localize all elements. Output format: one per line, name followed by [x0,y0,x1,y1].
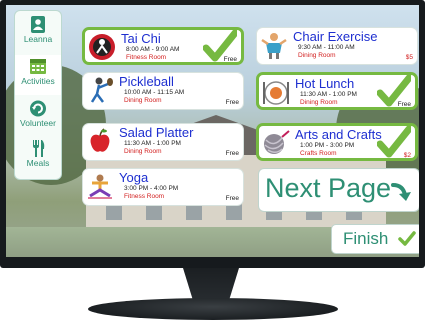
activity-card-pickleball[interactable]: Pickleball 10:00 AM - 11:15 AM Dining Ro… [82,72,244,110]
next-page-label: Next Page [265,173,392,203]
yoga-icon [88,174,112,199]
activity-price: Free [225,150,239,157]
activity-title: Tai Chi [121,31,161,46]
yarn-icon [264,130,290,154]
sidebar-item-label: Meals [26,158,50,168]
next-page-button[interactable]: Next Page [258,168,419,212]
plate-icon [263,81,289,105]
activity-title: Arts and Crafts [295,127,382,142]
refresh-icon [30,100,46,117]
sidebar-item-activities[interactable]: Activities [15,55,61,95]
activity-time: 11:30 AM - 1:00 PM [124,140,181,147]
activity-price: Free [225,195,239,202]
checkmark-icon [398,231,416,246]
activity-card-yoga[interactable]: Yoga 3:00 PM - 4:00 PM Fitness Room Free [82,168,244,206]
activity-title: Salad Platter [119,125,194,140]
activity-room: Dining Room [300,99,338,106]
sidebar-nav: Leanna Activities Volunteer Meals [14,10,62,180]
finish-button[interactable]: Finish [331,224,419,254]
sidebar-item-meals[interactable]: Meals [15,137,61,177]
sidebar-item-label: Volunteer [20,118,56,128]
activity-title: Chair Exercise [293,29,378,44]
fork-knife-icon [33,140,45,157]
activity-time: 10:00 AM - 11:15 AM [124,89,185,96]
apple-icon [90,128,110,152]
checkmark-icon [377,126,411,158]
sidebar-item-profile[interactable]: Leanna [15,13,61,53]
activity-time: 8:00 AM - 9:00 AM [126,46,180,53]
activity-time: 1:00 PM - 3:00 PM [300,142,355,149]
tai-chi-icon [89,34,115,60]
activity-room: Dining Room [298,52,336,59]
activity-room: Dining Room [124,148,162,155]
activity-card-hot-lunch[interactable]: Hot Lunch 11:30 AM - 1:00 PM Dining Room… [256,72,418,110]
activity-room: Dining Room [124,97,162,104]
monitor-bezel: Leanna Activities Volunteer Meals Tai Ch… [0,0,425,268]
contact-book-icon [31,16,45,33]
pickleball-icon [90,77,113,103]
monitor-stand-base [88,298,338,320]
arrow-down-right-icon [391,183,411,201]
activity-card-arts-and-crafts[interactable]: Arts and Crafts 1:00 PM - 3:00 PM Crafts… [256,123,418,161]
activity-title: Hot Lunch [295,76,355,91]
activity-time: 3:00 PM - 4:00 PM [124,185,179,192]
activity-card-chair-exercise[interactable]: Chair Exercise 9:30 AM - 11:00 AM Dining… [256,27,418,65]
sidebar-item-volunteer[interactable]: Volunteer [15,97,61,137]
checkmark-icon [377,75,411,107]
kiosk-screen: Leanna Activities Volunteer Meals Tai Ch… [6,5,419,257]
checkmark-icon [203,30,237,62]
activity-title: Pickleball [119,74,174,89]
activity-card-salad-platter[interactable]: Salad Platter 11:30 AM - 1:00 PM Dining … [82,123,244,161]
chair-exercise-icon [261,33,287,59]
activity-room: Fitness Room [126,54,167,61]
calendar-icon [30,59,46,74]
activity-card-tai-chi[interactable]: Tai Chi 8:00 AM - 9:00 AM Fitness Room F… [82,27,244,65]
activity-title: Yoga [119,170,149,185]
finish-label: Finish [343,229,389,248]
activity-time: 11:30 AM - 1:00 PM [300,91,357,98]
activity-price: $5 [405,54,413,61]
activity-price: Free [225,99,239,106]
sidebar-item-label: Leanna [23,34,53,44]
activity-time: 9:30 AM - 11:00 AM [298,44,355,51]
activity-room: Fitness Room [124,193,165,200]
activity-room: Crafts Room [300,150,337,157]
sidebar-item-label: Activities [21,76,55,86]
